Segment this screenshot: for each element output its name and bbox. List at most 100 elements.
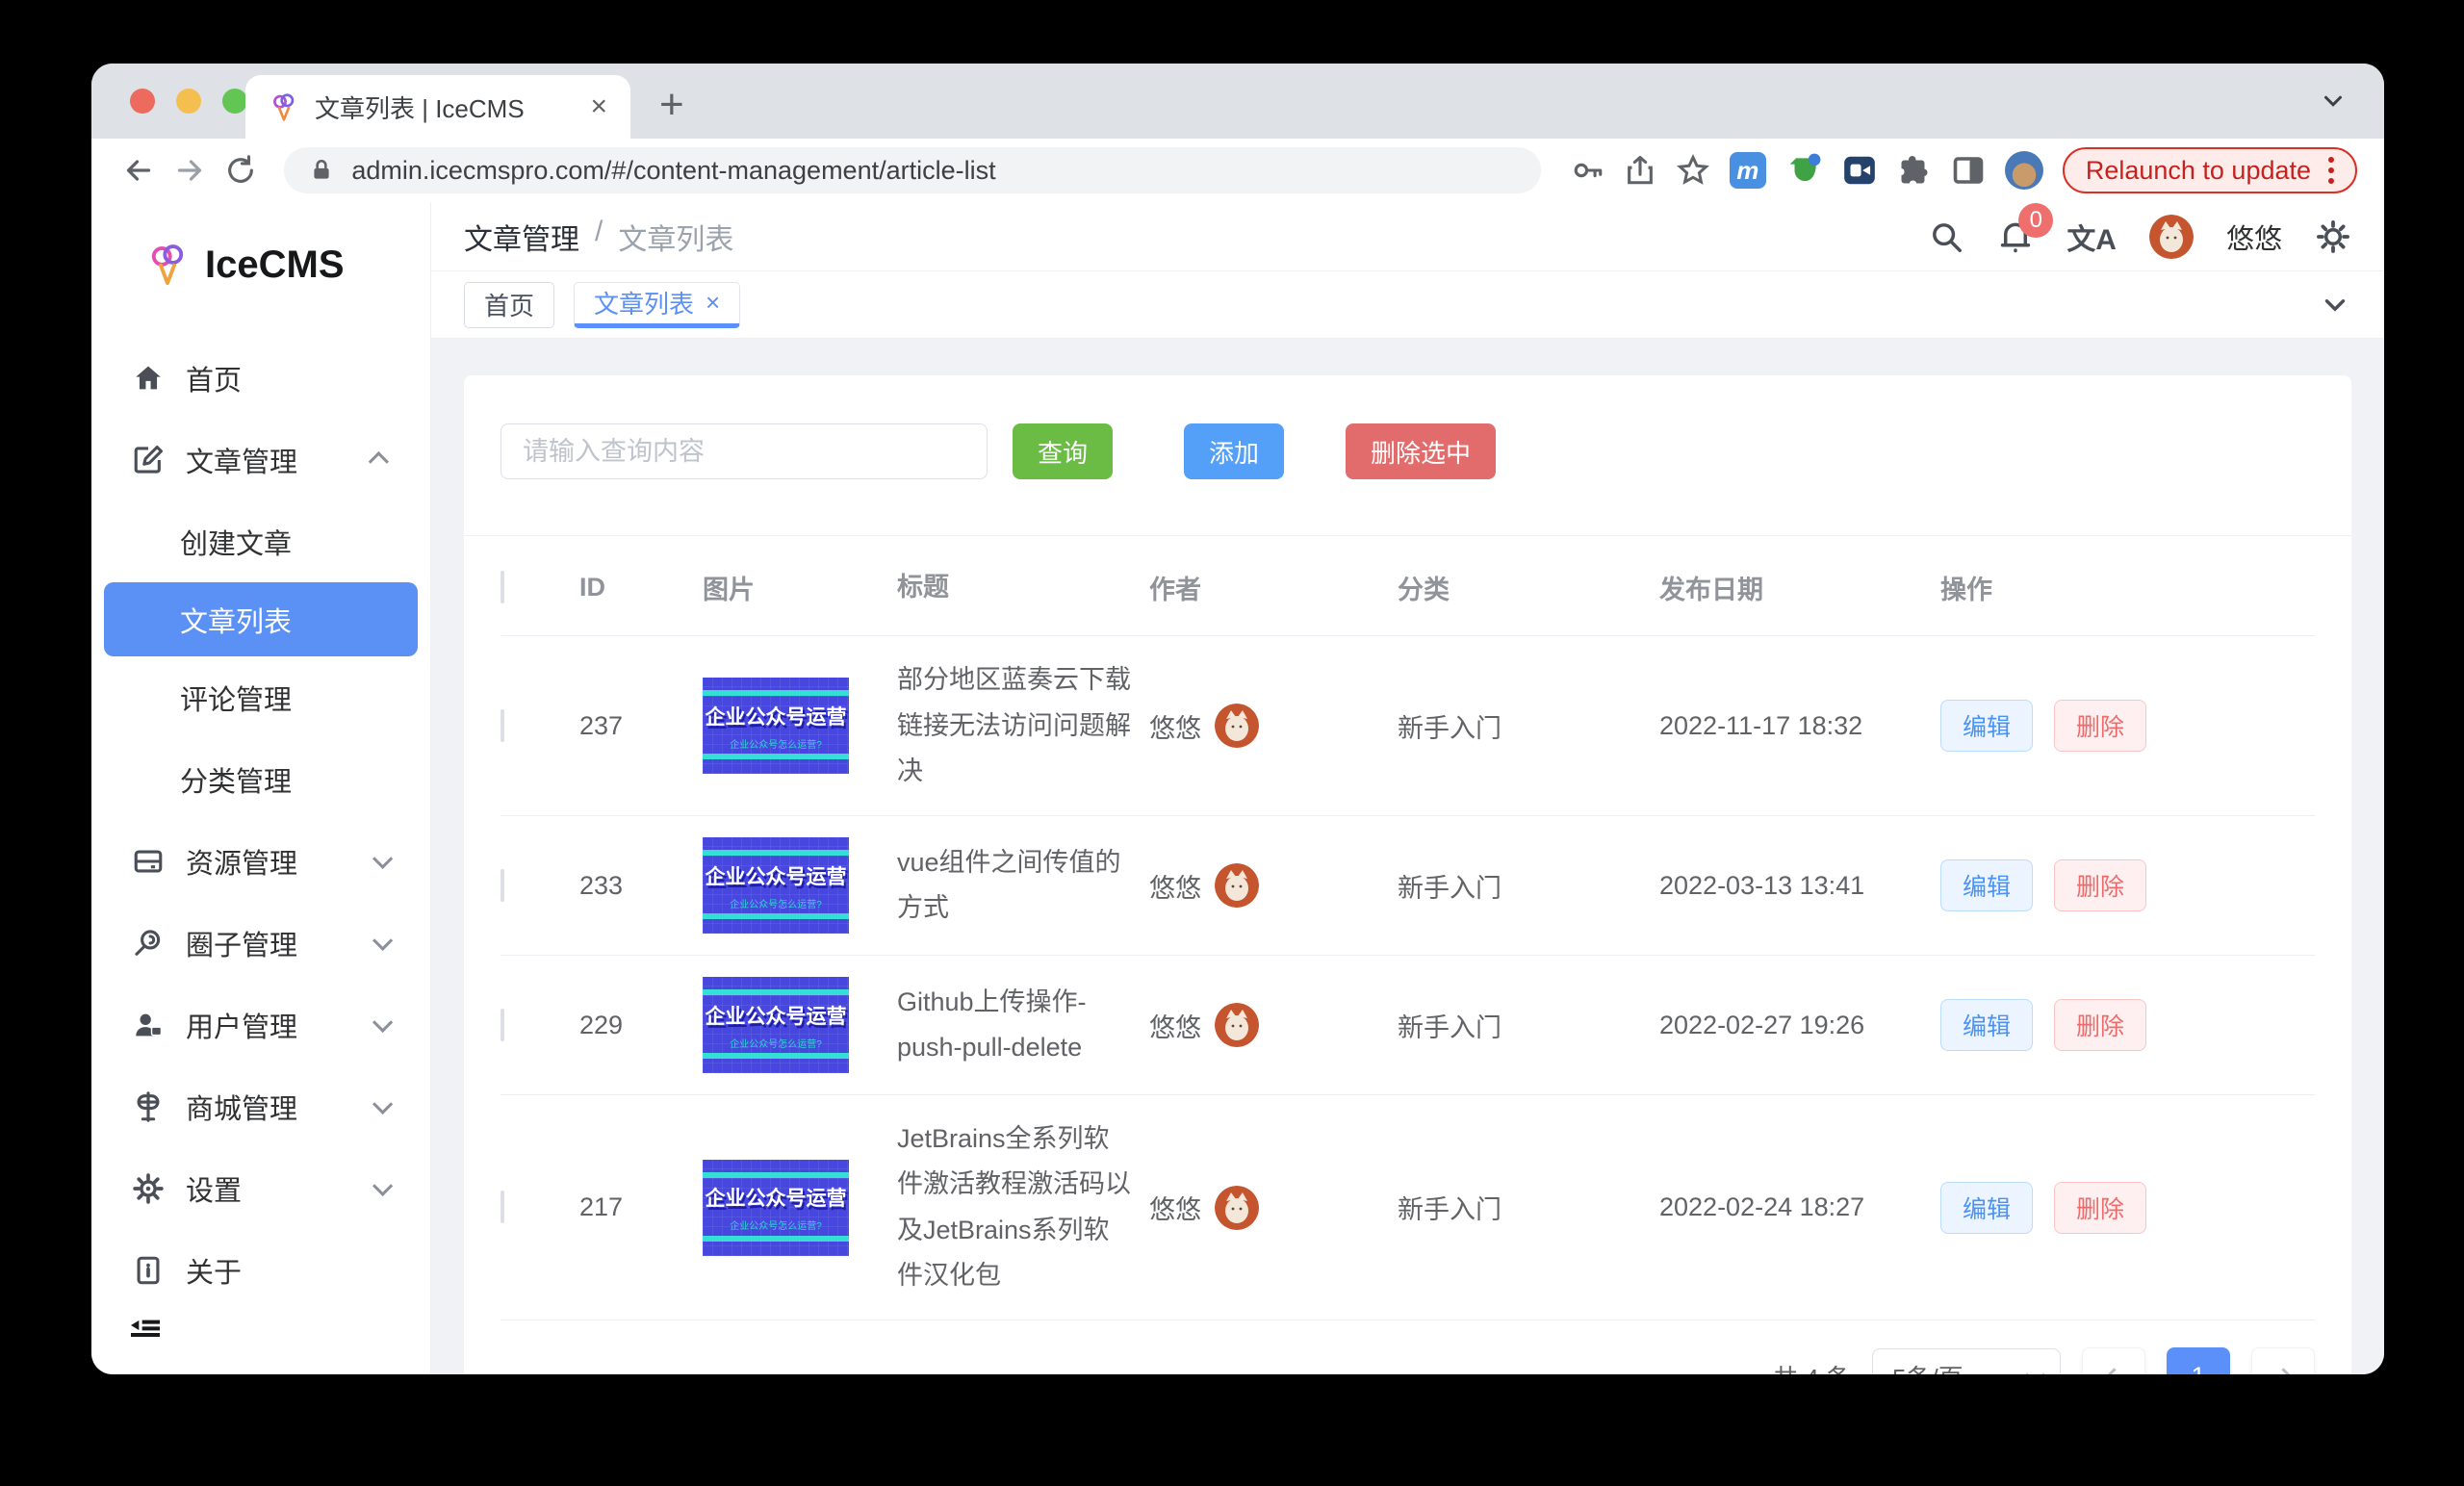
sidebar-item-create-article[interactable]: 创建文章	[91, 500, 430, 582]
sidebar-item-article-list[interactable]: 文章列表	[104, 582, 418, 656]
article-thumbnail[interactable]: 企业公众号运营 企业公众号怎么运营?	[703, 977, 849, 1073]
tab-close-icon[interactable]: ×	[706, 288, 720, 318]
collapse-sidebar-icon[interactable]	[126, 1311, 165, 1349]
back-icon[interactable]	[118, 153, 160, 188]
sidebar-item-label: 圈子管理	[186, 923, 297, 963]
select-all-checkbox[interactable]	[500, 571, 504, 603]
article-author: 悠悠	[1149, 704, 1398, 748]
sidebar-item-comment-management[interactable]: 评论管理	[91, 656, 430, 738]
breadcrumb-article-management[interactable]: 文章管理	[464, 216, 579, 258]
row-checkbox[interactable]	[500, 1191, 504, 1223]
translate-icon[interactable]: 文A	[2066, 216, 2117, 258]
sidebar-item-category-management[interactable]: 分类管理	[91, 738, 430, 820]
delete-button[interactable]: 删除	[2054, 700, 2146, 752]
tab-home-label: 首页	[484, 287, 534, 322]
thumbnail-title: 企业公众号运营	[706, 861, 847, 890]
sidebar-item-resource-management[interactable]: 资源管理	[91, 820, 430, 902]
browser-profile-avatar[interactable]	[2005, 151, 2043, 190]
reload-icon[interactable]	[220, 154, 262, 187]
sidebar-item-user-management[interactable]: 用户管理	[91, 984, 430, 1065]
loom-icon[interactable]	[1841, 152, 1878, 189]
bookmark-star-icon[interactable]	[1676, 153, 1710, 188]
sidebar-item-about[interactable]: 关于	[91, 1229, 430, 1311]
sidebar-item-home[interactable]: 首页	[91, 337, 430, 419]
evernote-icon[interactable]	[1785, 152, 1822, 189]
app-logo[interactable]: IceCMS	[91, 202, 430, 287]
header-settings-gear-icon[interactable]	[2315, 218, 2351, 255]
browser-menu-kebab-icon[interactable]	[2328, 157, 2334, 184]
pagination: 共 4 条 5条/页 1	[464, 1320, 2351, 1374]
forward-icon[interactable]	[169, 153, 211, 188]
tab-search-chevron-icon[interactable]	[2319, 87, 2348, 115]
delete-button[interactable]: 删除	[2054, 1182, 2146, 1234]
notification-bell-icon[interactable]: 0	[1997, 218, 2034, 255]
chevron-down-icon	[372, 1094, 393, 1114]
relaunch-to-update-button[interactable]: Relaunch to update	[2063, 147, 2357, 193]
close-window-button[interactable]	[130, 89, 155, 114]
tab-list-chevron-down-icon[interactable]	[2319, 289, 2351, 321]
row-checkbox[interactable]	[500, 709, 504, 742]
article-date: 2022-02-27 19:26	[1659, 1011, 1940, 1040]
app-header: 文章管理 / 文章列表 0 文A 悠悠	[431, 202, 2384, 271]
page-1-button[interactable]: 1	[2167, 1347, 2230, 1374]
username-text[interactable]: 悠悠	[2226, 217, 2282, 257]
tab-article-list[interactable]: 文章列表 ×	[574, 282, 740, 328]
table-row: 233 企业公众号运营 企业公众号怎么运营? vue组件之间传值的方式 悠悠	[500, 816, 2315, 956]
edit-button[interactable]: 编辑	[1940, 999, 2033, 1051]
column-date: 发布日期	[1659, 569, 1940, 606]
sidebar-item-article-management[interactable]: 文章管理	[91, 419, 430, 500]
maximize-window-button[interactable]	[222, 89, 247, 114]
article-title[interactable]: Github上传操作-push-pull-delete	[897, 980, 1149, 1071]
column-author: 作者	[1149, 569, 1398, 606]
add-button[interactable]: 添加	[1184, 423, 1284, 479]
article-category: 新手入门	[1398, 707, 1659, 745]
column-title: 标题	[897, 565, 1149, 610]
sidebar-item-shop-management[interactable]: 商城管理	[91, 1065, 430, 1147]
side-panel-icon[interactable]	[1951, 153, 1986, 188]
article-thumbnail[interactable]: 企业公众号运营 企业公众号怎么运营?	[703, 1160, 849, 1256]
article-author: 悠悠	[1149, 1003, 1398, 1047]
extension-m-icon[interactable]: m	[1730, 152, 1766, 189]
delete-selected-button[interactable]: 删除选中	[1346, 423, 1496, 479]
article-title[interactable]: vue组件之间传值的方式	[897, 840, 1149, 932]
sidebar-subitem-label: 文章列表	[180, 600, 292, 640]
minimize-window-button[interactable]	[176, 89, 201, 114]
lock-icon	[309, 158, 334, 183]
app-logo-text: IceCMS	[205, 243, 345, 287]
tab-close-icon[interactable]: ×	[590, 90, 607, 123]
delete-button[interactable]: 删除	[2054, 999, 2146, 1051]
row-checkbox[interactable]	[500, 869, 504, 902]
tab-home[interactable]: 首页	[464, 282, 554, 328]
search-input[interactable]	[500, 423, 988, 479]
row-checkbox[interactable]	[500, 1009, 504, 1041]
thumbnail-title: 企业公众号运营	[706, 1001, 847, 1030]
address-bar[interactable]: admin.icecmspro.com/#/content-management…	[284, 147, 1540, 193]
browser-toolbar: admin.icecmspro.com/#/content-management…	[91, 139, 2384, 202]
page-size-select[interactable]: 5条/页	[1872, 1348, 2061, 1374]
page-size-value: 5条/页	[1892, 1359, 1964, 1375]
about-icon	[132, 1254, 165, 1287]
article-title[interactable]: 部分地区蓝奏云下载链接无法访问问题解决	[897, 657, 1149, 794]
article-thumbnail[interactable]: 企业公众号运营 企业公众号怎么运营?	[703, 837, 849, 934]
sidebar-menu: 首页 文章管理 创建文章 文章列表 评论管理	[91, 337, 430, 1311]
article-thumbnail[interactable]: 企业公众号运营 企业公众号怎么运营?	[703, 678, 849, 774]
edit-button[interactable]: 编辑	[1940, 1182, 2033, 1234]
delete-button[interactable]: 删除	[2054, 859, 2146, 911]
user-avatar[interactable]	[2149, 215, 2194, 259]
browser-tab[interactable]: 文章列表 | IceCMS ×	[245, 75, 630, 139]
sidebar-item-circle-management[interactable]: 圈子管理	[91, 902, 430, 984]
edit-button[interactable]: 编辑	[1940, 859, 2033, 911]
article-title[interactable]: JetBrains全系列软件激活教程激活码以及JetBrains系列软件汉化包	[897, 1116, 1149, 1298]
shop-icon	[132, 1090, 165, 1123]
share-icon[interactable]	[1624, 154, 1656, 187]
edit-button[interactable]: 编辑	[1940, 700, 2033, 752]
new-tab-button[interactable]: +	[659, 81, 684, 129]
sidebar-item-settings[interactable]: 设置	[91, 1147, 430, 1229]
next-page-button[interactable]	[2251, 1347, 2315, 1374]
chevron-down-icon	[372, 1176, 393, 1196]
query-button[interactable]: 查询	[1013, 423, 1113, 479]
search-icon[interactable]	[1928, 218, 1964, 255]
prev-page-button[interactable]	[2082, 1347, 2145, 1374]
extensions-puzzle-icon[interactable]	[1897, 153, 1932, 188]
key-icon[interactable]	[1572, 154, 1604, 187]
